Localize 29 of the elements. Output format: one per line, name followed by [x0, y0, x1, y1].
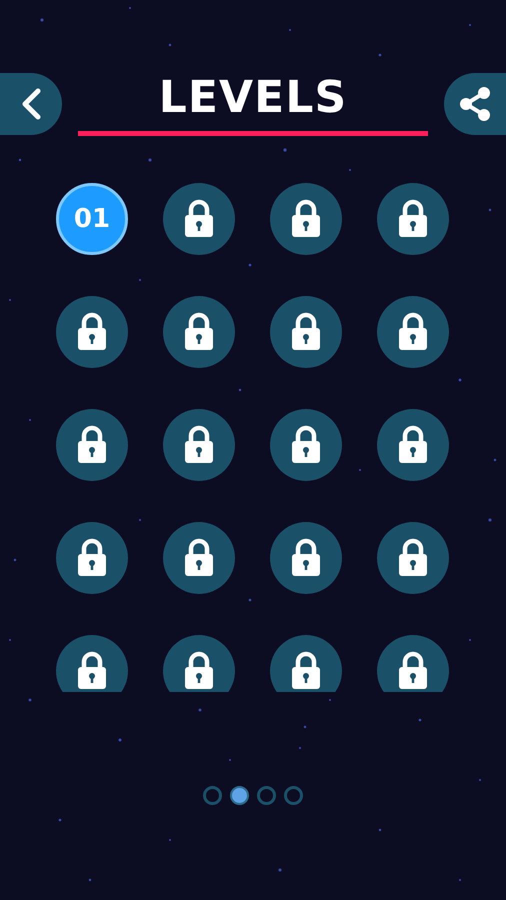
level-button[interactable]: 01: [56, 183, 128, 255]
locked-level-button[interactable]: [56, 635, 128, 692]
padlock-icon: [184, 651, 214, 689]
padlock-icon: [398, 651, 428, 689]
screen-title: LEVELS: [158, 74, 348, 122]
back-chevron-icon: [20, 88, 42, 120]
padlock-icon: [291, 199, 321, 237]
padlock-icon: [77, 538, 107, 576]
padlock-icon: [398, 199, 428, 237]
share-button[interactable]: [444, 73, 506, 135]
share-icon: [457, 86, 493, 122]
locked-level-button[interactable]: [163, 635, 235, 692]
padlock-icon: [184, 199, 214, 237]
back-button[interactable]: [0, 73, 62, 135]
padlock-icon: [77, 425, 107, 463]
padlock-icon: [398, 425, 428, 463]
padlock-icon: [77, 651, 107, 689]
padlock-icon: [184, 312, 214, 350]
padlock-icon: [291, 538, 321, 576]
padlock-icon: [291, 425, 321, 463]
locked-level-button[interactable]: [270, 635, 342, 692]
padlock-icon: [77, 312, 107, 350]
padlock-icon: [184, 538, 214, 576]
padlock-icon: [398, 538, 428, 576]
padlock-icon: [398, 312, 428, 350]
locked-level-button[interactable]: [377, 635, 449, 692]
padlock-icon: [184, 425, 214, 463]
padlock-icon: [291, 651, 321, 689]
padlock-icon: [291, 312, 321, 350]
